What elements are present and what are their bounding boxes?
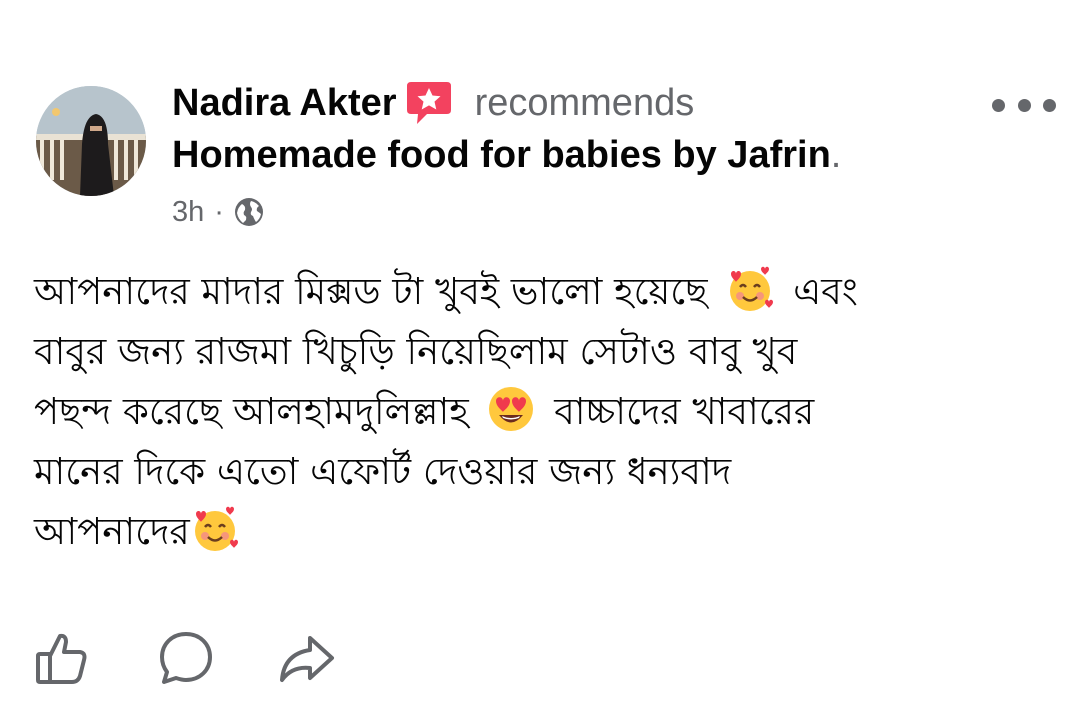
more-options-button[interactable]: [992, 90, 1056, 120]
post-text-line: বাবুর জন্য রাজমা খিচুড়ি নিয়েছিলাম সেটা…: [34, 322, 1034, 382]
comment-icon: [160, 632, 212, 684]
smiling-face-with-heart-eyes-emoji: [486, 384, 536, 434]
smiling-face-with-hearts-emoji: [725, 264, 775, 314]
meta-separator: ·: [214, 195, 224, 228]
smiling-face-with-hearts-emoji: [190, 504, 240, 554]
post-text-segment: বাচ্চাদের খাবারের: [554, 390, 815, 433]
more-dot: [992, 98, 1005, 112]
recommended-page-line: Homemade food for babies by Jafrin .: [172, 130, 992, 180]
post-text-line: পছন্দ করেছে আলহামদুলিল্লাহ বাচ্চাদের খাব…: [34, 382, 1034, 442]
recommended-page-name[interactable]: Homemade food for babies by Jafrin: [172, 134, 831, 177]
post-card: Nadira Akter recommends Homemade food fo…: [0, 0, 1080, 720]
like-button[interactable]: [30, 626, 94, 690]
share-button[interactable]: [274, 626, 338, 690]
more-dot: [1043, 98, 1056, 112]
post-meta: 3h ·: [172, 192, 264, 232]
post-text-segment: মানের দিকে এতো এফোর্ট দেওয়ার জন্য ধন্যব…: [34, 450, 732, 493]
globe-icon: [234, 197, 264, 227]
post-title-line: Nadira Akter recommends: [172, 78, 992, 128]
share-icon: [280, 636, 334, 682]
recommends-label: recommends: [474, 81, 695, 124]
post-text-segment: বাবুর জন্য রাজমা খিচুড়ি নিয়েছিলাম সেটা…: [34, 330, 798, 373]
post-text-segment: পছন্দ করেছে আলহামদুলিল্লাহ: [34, 390, 469, 433]
post-text-segment: এবং: [793, 270, 858, 313]
post-text-segment: আপনাদের: [34, 510, 190, 553]
post-timestamp[interactable]: 3h: [172, 196, 204, 229]
post-text-line: আপনাদের: [34, 502, 1034, 562]
post-actions-bar: [0, 620, 1080, 700]
like-icon: [36, 633, 87, 684]
post-text-line: মানের দিকে এতো এফোর্ট দেওয়ার জন্য ধন্যব…: [34, 442, 1034, 502]
post-text-line: আপনাদের মাদার মিক্সড টা খুবই ভালো হয়েছে…: [34, 262, 1034, 322]
post-header: Nadira Akter recommends Homemade food fo…: [0, 60, 1080, 260]
recommend-badge-icon: [405, 80, 453, 126]
post-text: আপনাদের মাদার মিক্সড টা খুবই ভালো হয়েছে…: [34, 262, 1034, 562]
more-dot: [1017, 98, 1031, 112]
author-avatar[interactable]: [36, 86, 146, 196]
page-name-period: .: [830, 133, 842, 176]
avatar-photo: [36, 86, 146, 196]
comment-button[interactable]: [154, 626, 218, 690]
author-name[interactable]: Nadira Akter: [172, 82, 397, 125]
post-text-segment: আপনাদের মাদার মিক্সড টা খুবই ভালো হয়েছে: [34, 270, 708, 313]
